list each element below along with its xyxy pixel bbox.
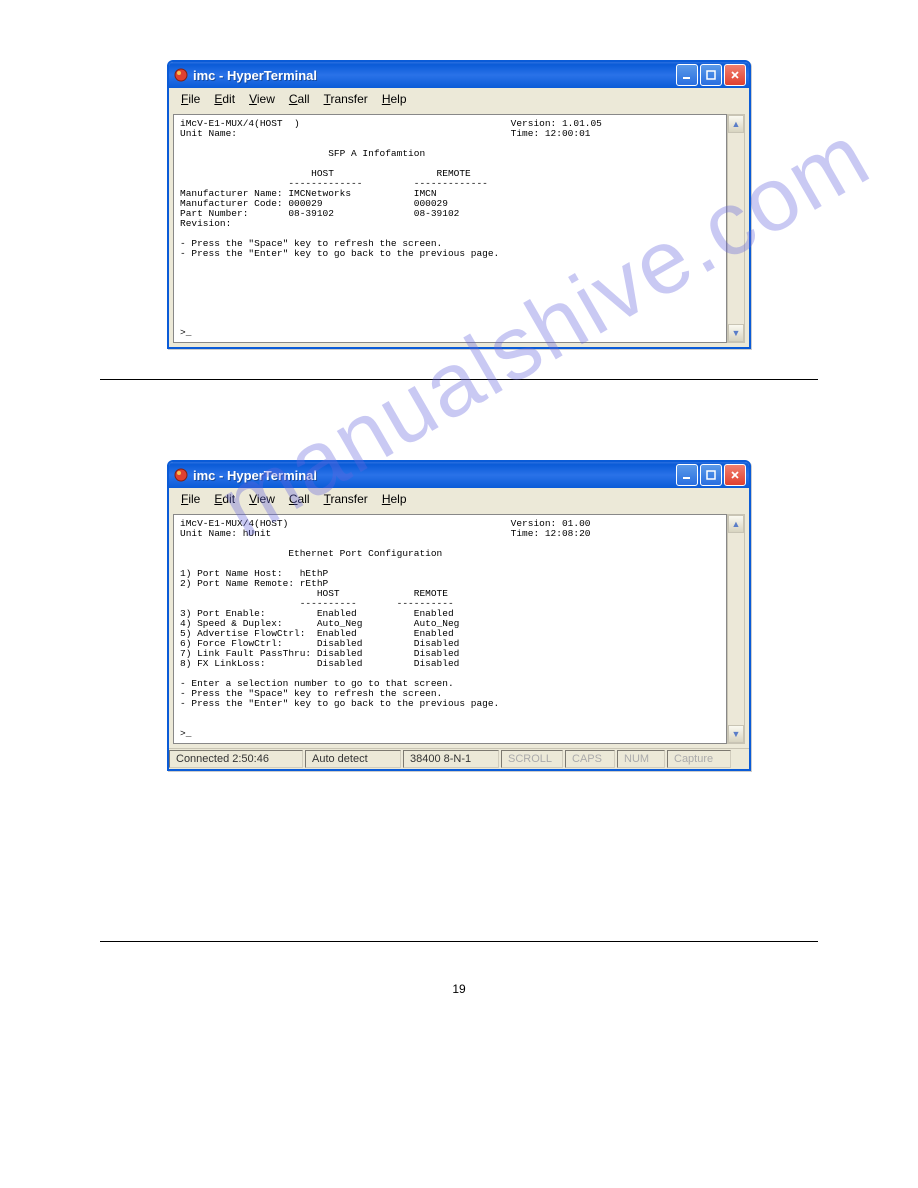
menu-transfer[interactable]: Transfer [318, 490, 374, 508]
status-detect: Auto detect [305, 750, 401, 768]
status-scroll: SCROLL [501, 750, 563, 768]
window-title: imc - HyperTerminal [193, 468, 676, 483]
menubar: File Edit View Call Transfer Help [169, 488, 749, 510]
menu-view[interactable]: View [243, 490, 281, 508]
terminal-output[interactable]: iMcV-E1-MUX/4(HOST) Version: 01.00 Unit … [173, 514, 727, 743]
status-connected: Connected 2:50:46 [169, 750, 303, 768]
menubar: File Edit View Call Transfer Help [169, 88, 749, 110]
statusbar: Connected 2:50:46 Auto detect 38400 8-N-… [169, 748, 749, 769]
divider [100, 379, 818, 380]
minimize-button[interactable] [676, 64, 698, 86]
scroll-track[interactable] [728, 533, 744, 724]
scroll-down-icon[interactable]: ▼ [728, 725, 744, 743]
menu-help[interactable]: Help [376, 490, 413, 508]
terminal-output[interactable]: iMcV-E1-MUX/4(HOST ) Version: 1.01.05 Un… [173, 114, 727, 343]
status-capture: Capture [667, 750, 731, 768]
menu-call[interactable]: Call [283, 490, 316, 508]
scroll-up-icon[interactable]: ▲ [728, 115, 744, 133]
menu-edit[interactable]: Edit [208, 90, 241, 108]
menu-transfer[interactable]: Transfer [318, 90, 374, 108]
status-connection: 38400 8-N-1 [403, 750, 499, 768]
maximize-button[interactable] [700, 64, 722, 86]
divider [100, 941, 818, 942]
close-button[interactable] [724, 464, 746, 486]
status-num: NUM [617, 750, 665, 768]
app-icon [173, 467, 189, 483]
app-icon [173, 67, 189, 83]
menu-help[interactable]: Help [376, 90, 413, 108]
menu-call[interactable]: Call [283, 90, 316, 108]
titlebar[interactable]: imc - HyperTerminal [169, 462, 749, 488]
hyperterminal-window-2: imc - HyperTerminal File Edit View Call … [167, 460, 751, 770]
page-number: 19 [100, 982, 818, 996]
close-button[interactable] [724, 64, 746, 86]
scroll-track[interactable] [728, 133, 744, 324]
scroll-up-icon[interactable]: ▲ [728, 515, 744, 533]
titlebar[interactable]: imc - HyperTerminal [169, 62, 749, 88]
scrollbar[interactable]: ▲ ▼ [727, 114, 745, 343]
window-title: imc - HyperTerminal [193, 68, 676, 83]
maximize-button[interactable] [700, 464, 722, 486]
minimize-button[interactable] [676, 464, 698, 486]
menu-file[interactable]: File [175, 90, 206, 108]
status-caps: CAPS [565, 750, 615, 768]
scrollbar[interactable]: ▲ ▼ [727, 514, 745, 743]
hyperterminal-window-1: imc - HyperTerminal File Edit View Call … [167, 60, 751, 349]
scroll-down-icon[interactable]: ▼ [728, 324, 744, 342]
menu-file[interactable]: File [175, 490, 206, 508]
menu-view[interactable]: View [243, 90, 281, 108]
menu-edit[interactable]: Edit [208, 490, 241, 508]
